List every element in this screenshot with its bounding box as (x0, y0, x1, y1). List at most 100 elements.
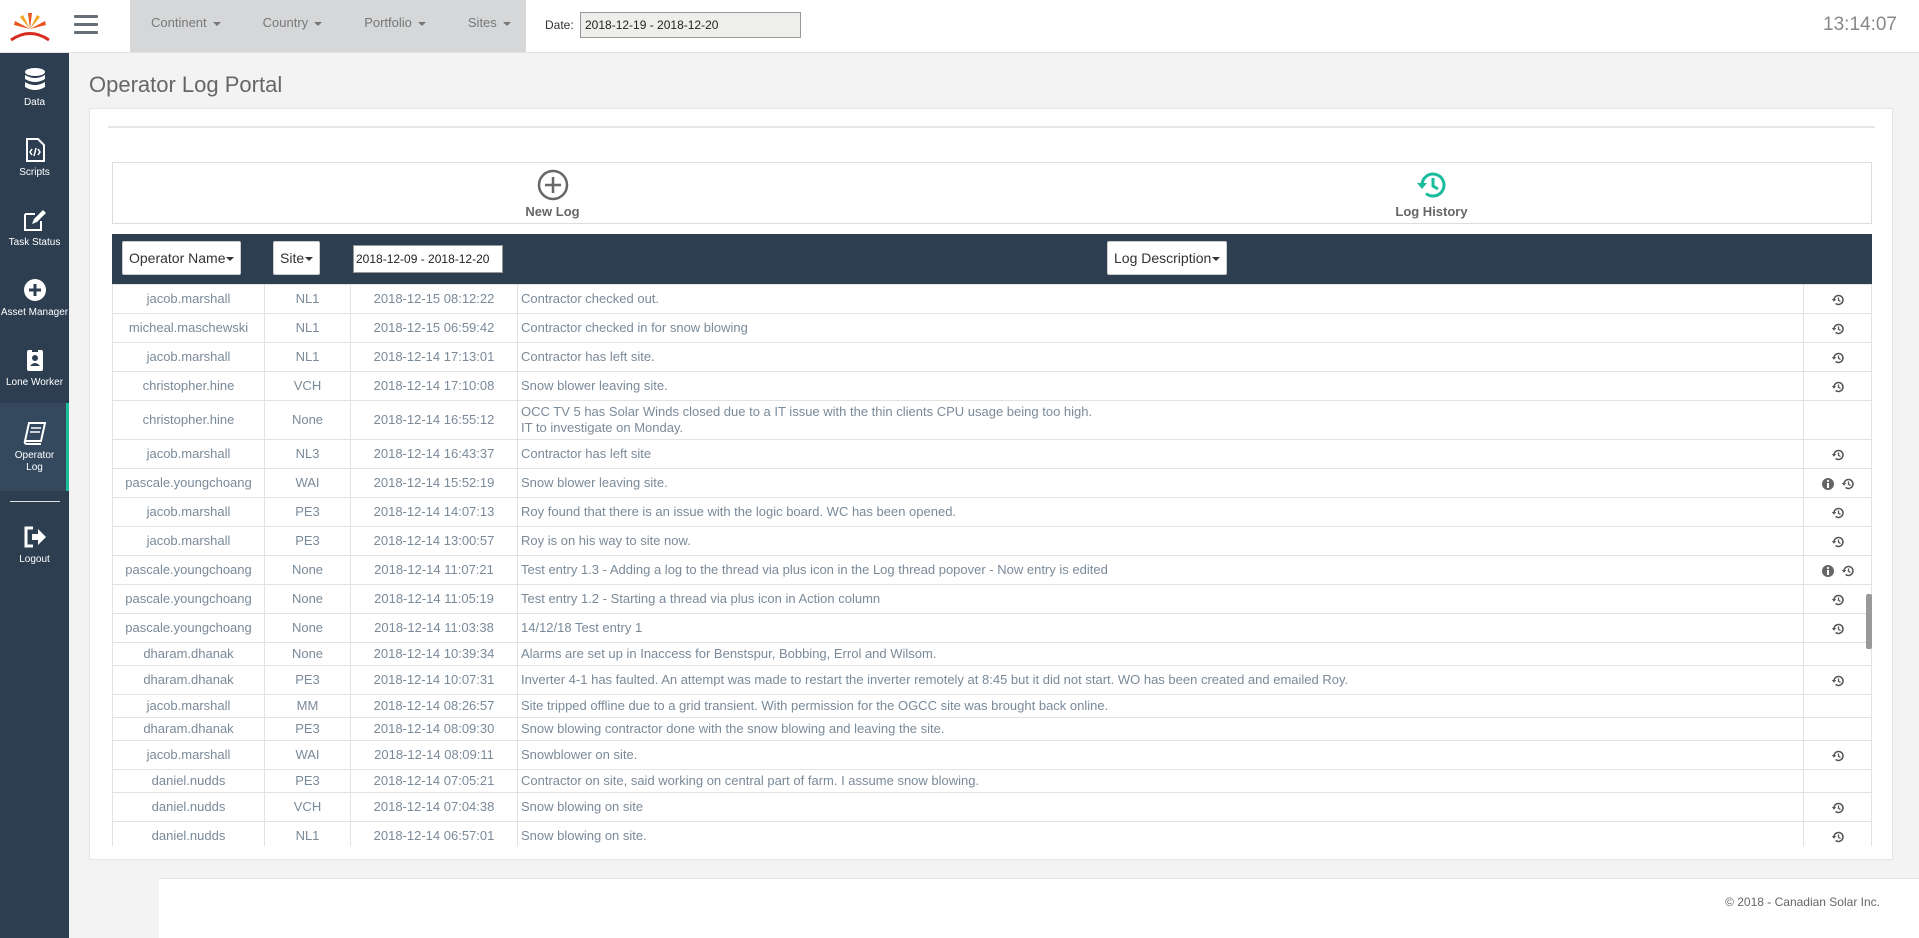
operator-name: pascale.youngchoang (125, 620, 252, 635)
site-name: PE3 (295, 504, 320, 519)
log-datetime: 2018-12-14 17:10:08 (373, 378, 495, 393)
log-history-button[interactable]: Log History (992, 163, 1871, 223)
table-row[interactable]: dharam.dhanak None 2018-12-14 10:39:34 A… (112, 642, 1872, 666)
history-icon[interactable] (1831, 622, 1845, 636)
country-dropdown[interactable]: Country (242, 0, 344, 46)
table-row[interactable]: dharam.dhanak PE3 2018-12-14 08:09:30 Sn… (112, 717, 1872, 741)
site-cell: NL1 (264, 821, 351, 846)
table-row[interactable]: pascale.youngchoang None 2018-12-14 11:0… (112, 555, 1872, 585)
sidebar-item-logout[interactable]: Logout (0, 510, 69, 580)
operator-cell: christopher.hine (112, 371, 265, 401)
description-cell: Alarms are set up in Inaccess for Bensts… (517, 642, 1804, 666)
sidebar-item-lone-worker[interactable]: Lone Worker (0, 333, 69, 403)
log-datetime: 2018-12-14 16:55:12 (373, 412, 495, 427)
operator-cell: dharam.dhanak (112, 642, 265, 666)
history-icon[interactable] (1831, 801, 1845, 815)
table-row[interactable]: jacob.marshall NL1 2018-12-14 17:13:01 C… (112, 342, 1872, 372)
table-row[interactable]: daniel.nudds VCH 2018-12-14 07:04:38 Sno… (112, 792, 1872, 822)
sidebar-item-scripts[interactable]: Scripts (0, 123, 69, 193)
action-cell (1803, 792, 1872, 822)
log-description: 14/12/18 Test entry 1 (521, 620, 643, 635)
caret-down-icon (1212, 257, 1221, 262)
operator-name: daniel.nudds (151, 773, 226, 788)
history-icon[interactable] (1831, 322, 1845, 336)
operator-cell: micheal.maschewski (112, 313, 265, 343)
log-description: Snow blower leaving site. (521, 378, 668, 393)
site-cell: VCH (264, 792, 351, 822)
history-icon[interactable] (1831, 506, 1845, 520)
log-description-filter[interactable]: Log Description (1107, 241, 1228, 275)
operator-name-filter[interactable]: Operator Name (122, 241, 242, 275)
table-row[interactable]: daniel.nudds NL1 2018-12-14 06:57:01 Sno… (112, 821, 1872, 846)
history-icon[interactable] (1841, 477, 1855, 491)
table-row[interactable]: pascale.youngchoang None 2018-12-14 11:0… (112, 613, 1872, 643)
site-cell: PE3 (264, 665, 351, 695)
sites-dropdown[interactable]: Sites (447, 0, 532, 46)
site-name: PE3 (295, 773, 320, 788)
date-cell: 2018-12-14 13:00:57 (350, 526, 518, 556)
action-cell (1803, 694, 1872, 718)
site-name: VCH (293, 378, 322, 393)
history-icon[interactable] (1831, 830, 1845, 844)
info-icon[interactable] (1821, 564, 1835, 578)
history-icon[interactable] (1831, 351, 1845, 365)
log-date-range-input[interactable] (353, 245, 503, 273)
continent-dropdown[interactable]: Continent (130, 0, 242, 46)
table-row[interactable]: jacob.marshall PE3 2018-12-14 14:07:13 R… (112, 497, 1872, 527)
history-icon[interactable] (1831, 293, 1845, 307)
date-cell: 2018-12-14 16:43:37 (350, 439, 518, 469)
table-row[interactable]: pascale.youngchoang None 2018-12-14 11:0… (112, 584, 1872, 614)
site-name: None (291, 591, 324, 606)
history-icon[interactable] (1831, 674, 1845, 688)
operator-name: dharam.dhanak (143, 672, 234, 687)
table-row[interactable]: pascale.youngchoang WAI 2018-12-14 15:52… (112, 468, 1872, 498)
description-cell: Test entry 1.3 - Adding a log to the thr… (517, 555, 1804, 585)
table-row[interactable]: jacob.marshall WAI 2018-12-14 08:09:11 S… (112, 740, 1872, 770)
table-scrollbar[interactable] (1866, 594, 1872, 649)
table-row[interactable]: micheal.maschewski NL1 2018-12-15 06:59:… (112, 313, 1872, 343)
description-cell: Snow blowing on site. (517, 821, 1804, 846)
history-icon[interactable] (1831, 380, 1845, 394)
log-datetime: 2018-12-14 14:07:13 (373, 504, 495, 519)
action-cell (1803, 342, 1872, 372)
menu-toggle-icon[interactable] (74, 15, 98, 37)
site-cell: WAI (264, 740, 351, 770)
site-filter[interactable]: Site (273, 241, 321, 275)
table-row[interactable]: christopher.hine None 2018-12-14 16:55:1… (112, 400, 1872, 440)
action-cell (1803, 642, 1872, 666)
history-icon[interactable] (1831, 749, 1845, 763)
table-row[interactable]: jacob.marshall NL3 2018-12-14 16:43:37 C… (112, 439, 1872, 469)
sidebar-item-data[interactable]: Data (0, 53, 69, 123)
table-row[interactable]: jacob.marshall PE3 2018-12-14 13:00:57 R… (112, 526, 1872, 556)
history-icon[interactable] (1831, 593, 1845, 607)
table-row[interactable]: jacob.marshall NL1 2018-12-15 08:12:22 C… (112, 284, 1872, 314)
site-cell: None (264, 400, 351, 440)
table-row[interactable]: daniel.nudds PE3 2018-12-14 07:05:21 Con… (112, 769, 1872, 793)
caret-down-icon (502, 21, 511, 26)
table-row[interactable]: christopher.hine VCH 2018-12-14 17:10:08… (112, 371, 1872, 401)
sidebar-item-asset-manager[interactable]: Asset Manager (0, 263, 69, 333)
new-log-button[interactable]: New Log (113, 163, 992, 223)
site-cell: PE3 (264, 497, 351, 527)
operator-cell: dharam.dhanak (112, 717, 265, 741)
date-range-input[interactable] (580, 12, 801, 38)
history-icon[interactable] (1831, 448, 1845, 462)
sidebar-item-operator-log[interactable]: Operator Log (0, 403, 69, 491)
info-icon[interactable] (1821, 477, 1835, 491)
sidebar-item-task-status[interactable]: Task Status (0, 193, 69, 263)
operator-name: jacob.marshall (146, 698, 231, 713)
operator-cell: pascale.youngchoang (112, 613, 265, 643)
canadian-solar-logo[interactable] (8, 9, 52, 43)
country-label: Country (262, 15, 309, 30)
site-cell: PE3 (264, 717, 351, 741)
portfolio-dropdown[interactable]: Portfolio (343, 0, 447, 46)
description-cell: Snow blower leaving site. (517, 468, 1804, 498)
history-icon[interactable] (1831, 535, 1845, 549)
date-cell: 2018-12-14 16:55:12 (350, 400, 518, 440)
table-row[interactable]: jacob.marshall MM 2018-12-14 08:26:57 Si… (112, 694, 1872, 718)
action-cell (1803, 439, 1872, 469)
date-cell: 2018-12-15 06:59:42 (350, 313, 518, 343)
site-cell: NL3 (264, 439, 351, 469)
table-row[interactable]: dharam.dhanak PE3 2018-12-14 10:07:31 In… (112, 665, 1872, 695)
history-icon[interactable] (1841, 564, 1855, 578)
